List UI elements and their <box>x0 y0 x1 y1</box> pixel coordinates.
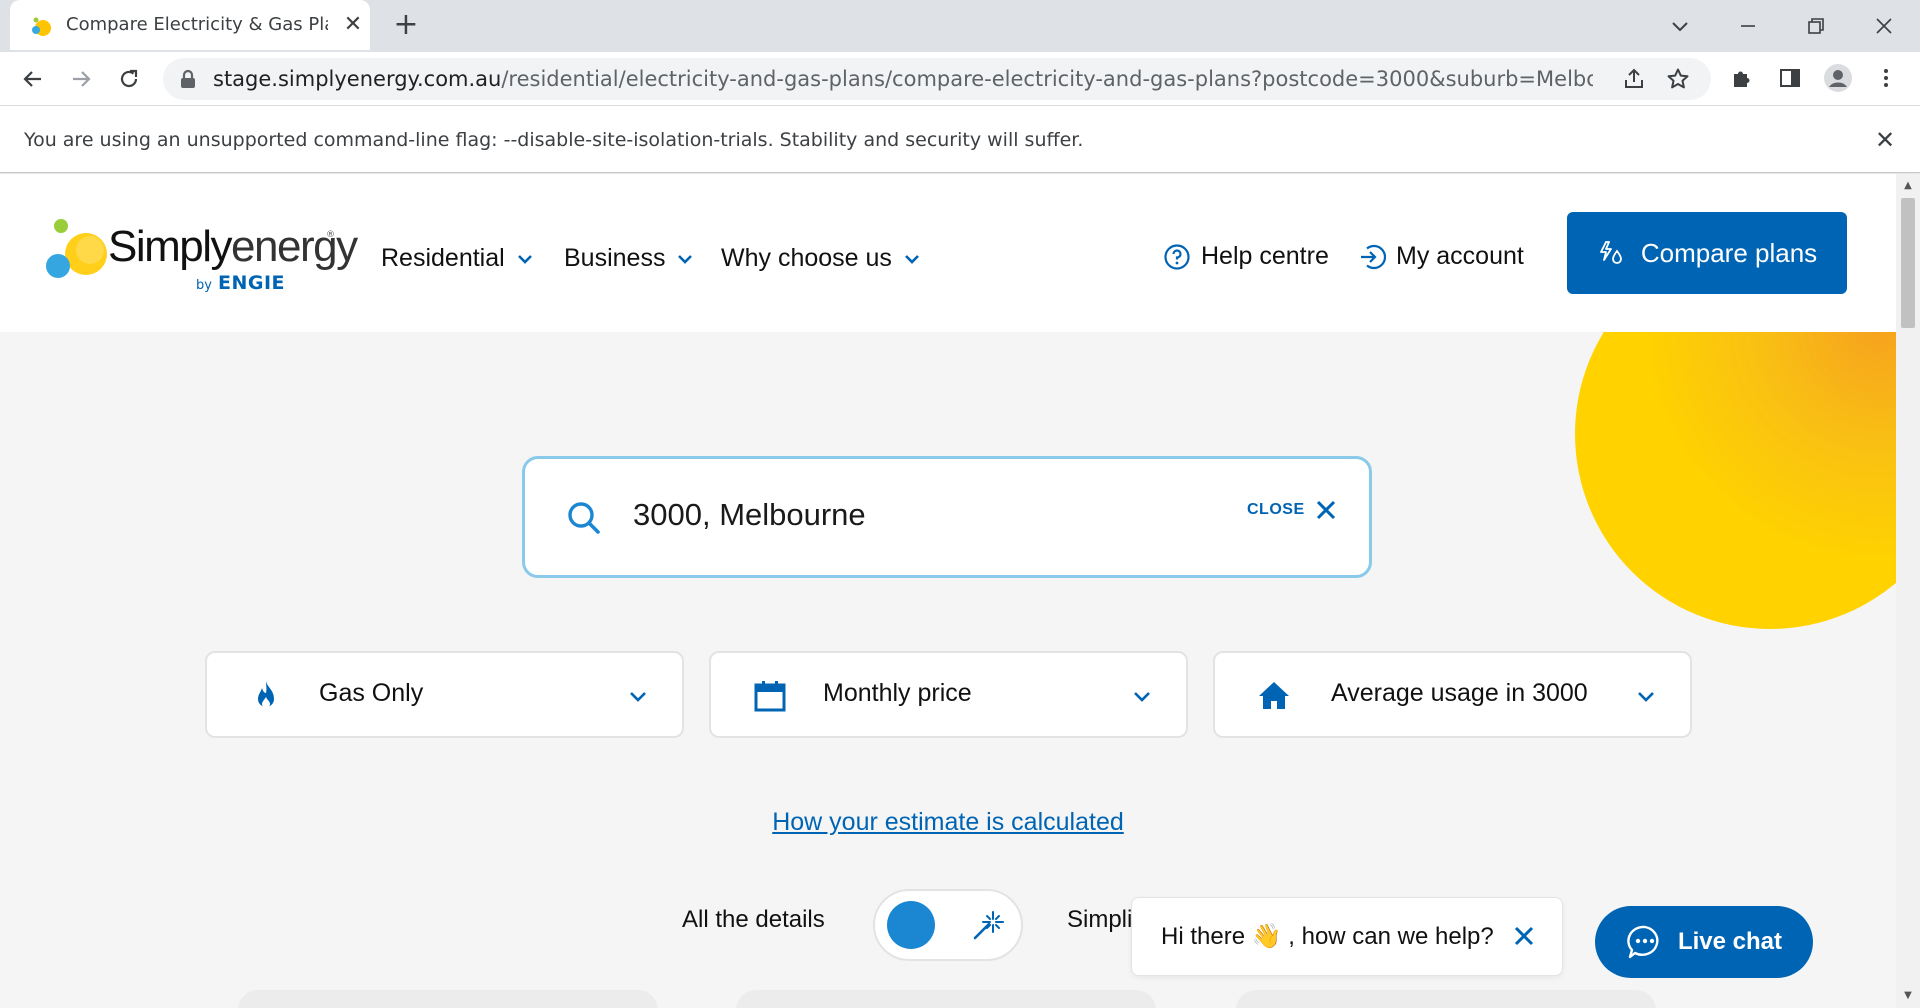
login-arrow-icon <box>1361 244 1386 269</box>
browser-tab[interactable]: Compare Electricity & Gas Plans | ✕ <box>10 0 370 50</box>
fuel-type-select[interactable]: Gas Only <box>205 651 684 738</box>
chevron-down-icon <box>1134 692 1150 702</box>
simplyenergy-logo[interactable]: Simplyenergy ® by ENGIE <box>44 212 358 296</box>
close-icon[interactable] <box>1506 918 1542 954</box>
extensions-puzzle-icon[interactable] <box>1724 60 1760 96</box>
tab-title: Compare Electricity & Gas Plans | <box>66 14 328 35</box>
logo-bubbles-icon <box>46 219 107 278</box>
fuel-type-label: Gas Only <box>319 679 424 707</box>
usage-select[interactable]: Average usage in 3000 <box>1213 651 1692 738</box>
reload-icon[interactable] <box>110 60 148 98</box>
search-icon <box>568 502 600 534</box>
nav-business-label: Business <box>564 244 666 272</box>
infobar-message: You are using an unsupported command-lin… <box>24 129 1084 151</box>
nav-business[interactable]: Business <box>564 244 695 273</box>
search-close-label: CLOSE <box>1247 501 1305 518</box>
estimate-info-row: How your estimate is calculated <box>0 808 1896 837</box>
new-tab-button[interactable]: + <box>390 10 422 42</box>
live-chat-label: Live chat <box>1677 928 1783 955</box>
postcode-search-field[interactable]: 3000, Melbourne CLOSE <box>522 456 1372 578</box>
help-question-icon <box>1164 243 1190 270</box>
scroll-up-arrow-icon[interactable]: ▲ <box>1896 176 1920 196</box>
magic-wand-icon <box>973 911 1004 940</box>
chevron-down-icon <box>517 254 532 264</box>
minimize-window-icon[interactable] <box>1728 8 1768 44</box>
unsupported-flag-infobar: You are using an unsupported command-lin… <box>0 107 1920 173</box>
help-centre-label: Help centre <box>1201 242 1329 270</box>
infobar-close-icon[interactable]: ✕ <box>1870 125 1900 155</box>
url-host: stage.simplyenergy.com.au <box>213 67 502 91</box>
page-viewport: Simplyenergy ® by ENGIE Residential Busi… <box>0 174 1896 1008</box>
tab-search-chevron-icon[interactable] <box>1660 8 1700 44</box>
compare-energy-icon <box>1599 241 1622 264</box>
browser-toolbar: stage.simplyenergy.com.au/residential/el… <box>0 52 1920 106</box>
price-period-label: Monthly price <box>823 679 972 707</box>
simplyenergy-favicon-icon <box>32 17 51 36</box>
logo-wordmark: Simplyenergy <box>108 222 358 272</box>
logo-word-simply: Simply <box>108 222 233 271</box>
chevron-down-icon <box>630 692 646 702</box>
plan-card-top <box>736 990 1156 1008</box>
my-account-label: My account <box>1396 242 1524 270</box>
logo-by: by <box>196 278 212 293</box>
nav-residential[interactable]: Residential <box>381 244 535 273</box>
view-mode-toggle[interactable] <box>873 889 1023 961</box>
plan-card-top <box>238 990 658 1008</box>
address-bar[interactable]: stage.simplyenergy.com.au/residential/el… <box>163 58 1711 100</box>
live-chat-button[interactable]: Live chat <box>1595 906 1813 978</box>
compare-plans-label: Compare plans <box>1640 237 1818 268</box>
simplified-label[interactable]: Simpli <box>1067 906 1132 934</box>
lock-icon[interactable] <box>179 69 197 89</box>
chat-greeting-text: Hi there 👋 , how can we help? <box>1161 923 1494 950</box>
compare-plans-button[interactable]: Compare plans <box>1567 212 1847 294</box>
browser-menu-dots-icon[interactable] <box>1868 60 1904 96</box>
profile-avatar-icon[interactable] <box>1820 60 1856 96</box>
nav-why-choose-us-label: Why choose us <box>721 244 892 272</box>
chat-greeting-bubble: Hi there 👋 , how can we help? <box>1131 897 1563 976</box>
logo-registered-mark: ® <box>326 230 335 240</box>
search-close-button[interactable]: CLOSE <box>1247 499 1337 521</box>
help-centre-link[interactable]: Help centre <box>1163 242 1329 271</box>
nav-residential-label: Residential <box>381 244 505 272</box>
nav-why-choose-us[interactable]: Why choose us <box>721 244 922 273</box>
flame-icon <box>258 681 274 708</box>
calendar-icon <box>754 681 786 712</box>
restore-window-icon[interactable] <box>1796 8 1836 44</box>
close-window-icon[interactable] <box>1864 8 1904 44</box>
usage-label: Average usage in 3000 <box>1331 679 1588 707</box>
plan-card-top <box>1236 990 1656 1008</box>
side-panel-icon[interactable] <box>1772 60 1808 96</box>
chevron-down-icon <box>1638 692 1654 702</box>
site-header: Simplyenergy ® by ENGIE Residential Busi… <box>0 174 1896 332</box>
my-account-link[interactable]: My account <box>1358 242 1524 271</box>
page-scrollbar[interactable]: ▲ ▼ <box>1896 174 1920 1008</box>
toggle-knob[interactable] <box>887 901 935 949</box>
home-icon <box>1259 682 1289 709</box>
bookmark-star-icon[interactable] <box>1663 64 1693 94</box>
url-text[interactable]: stage.simplyenergy.com.au/residential/el… <box>213 67 1593 91</box>
browser-tab-strip: Compare Electricity & Gas Plans | ✕ + <box>0 0 1920 52</box>
url-path: /residential/electricity-and-gas-plans/c… <box>501 67 1593 91</box>
chevron-down-icon <box>678 254 693 264</box>
forward-arrow-icon[interactable] <box>62 60 100 98</box>
all-details-label[interactable]: All the details <box>682 906 825 934</box>
chat-bubble-icon <box>1627 925 1659 959</box>
scrollbar-thumb[interactable] <box>1901 198 1915 328</box>
scroll-down-arrow-icon[interactable]: ▼ <box>1896 986 1920 1006</box>
logo-engie: ENGIE <box>218 272 286 294</box>
how-estimate-calculated-link[interactable]: How your estimate is calculated <box>772 808 1124 836</box>
price-period-select[interactable]: Monthly price <box>709 651 1188 738</box>
tab-close-icon[interactable]: ✕ <box>340 12 366 38</box>
chevron-down-icon <box>905 254 919 264</box>
back-arrow-icon[interactable] <box>14 60 52 98</box>
share-icon[interactable] <box>1619 64 1649 94</box>
logo-word-energy: energy <box>231 222 358 271</box>
close-icon <box>1316 500 1335 520</box>
search-value[interactable]: 3000, Melbourne <box>633 497 866 533</box>
